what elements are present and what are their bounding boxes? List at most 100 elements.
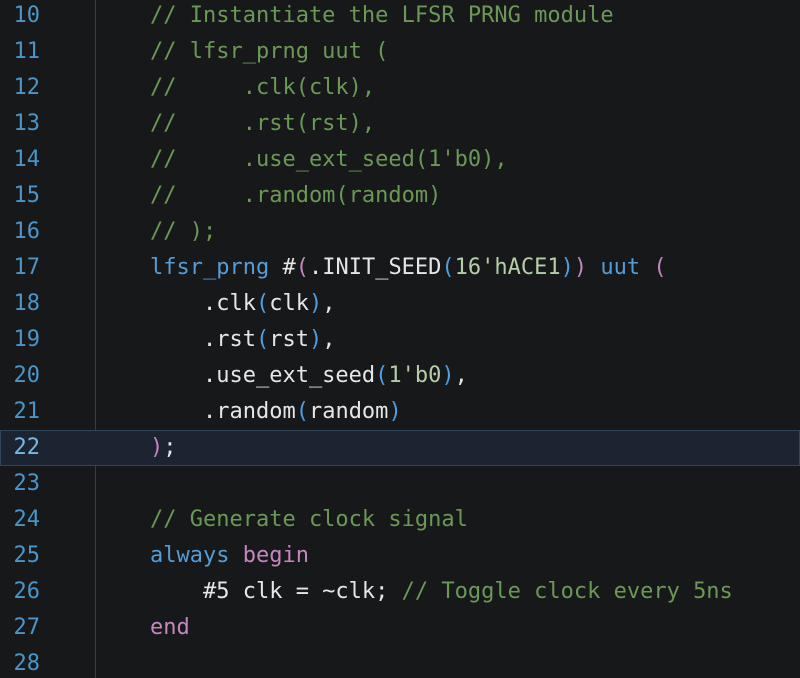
line-number: 18 (13, 291, 41, 316)
line-number: 15 (13, 183, 41, 208)
code-text[interactable]: always begin (150, 538, 309, 574)
code-token-ident: .use_ext_seed (150, 363, 376, 388)
code-token-keyword: always (150, 543, 230, 568)
code-token-control: end (150, 615, 190, 640)
code-line[interactable]: 12 // .clk(clk), (0, 70, 800, 106)
code-line[interactable]: 21 .random(random) (0, 394, 800, 430)
line-number: 10 (13, 3, 41, 28)
code-text[interactable]: // .clk(clk), (150, 70, 375, 106)
code-token-comment: // .use_ext_seed(1'b0), (150, 147, 508, 172)
code-text[interactable]: // Instantiate the LFSR PRNG module (150, 0, 614, 34)
line-number: 23 (13, 471, 41, 496)
code-line[interactable]: 26 #5 clk = ~clk; // Toggle clock every … (0, 574, 800, 610)
code-line[interactable]: 22); (0, 430, 800, 466)
code-line[interactable]: 11 // lfsr_prng uut ( (0, 34, 800, 70)
code-token-ident: .INIT_SEED (308, 255, 442, 280)
code-token-ident (587, 255, 600, 280)
code-token-number: 16'hACE1 (454, 255, 561, 280)
code-text[interactable]: // Generate clock signal (150, 502, 468, 538)
code-token-paren1: ) (150, 435, 164, 460)
code-line[interactable]: 14 // .use_ext_seed(1'b0), (0, 142, 800, 178)
code-token-ident: .clk (150, 291, 256, 316)
code-token-paren2: ( (375, 363, 389, 388)
code-token-ident: ; (163, 435, 177, 460)
code-token-number: 1'b0 (388, 363, 442, 388)
code-line[interactable]: 16 // ); (0, 214, 800, 250)
code-text[interactable]: .clk(clk), (150, 286, 336, 322)
code-line[interactable]: 23 (0, 466, 800, 502)
code-token-paren1: ( (295, 255, 309, 280)
code-token-comment: // .clk(clk), (150, 75, 376, 100)
code-line[interactable]: 25 always begin (0, 538, 800, 574)
code-text[interactable]: // ); (150, 214, 216, 250)
line-number: 21 (13, 399, 41, 424)
code-token-ident: .random (150, 399, 296, 424)
line-number: 28 (13, 651, 41, 676)
line-number: 19 (13, 327, 41, 352)
code-text[interactable]: .rst(rst), (150, 322, 336, 358)
code-token-comment: // Generate clock signal (150, 507, 468, 532)
line-number: 27 (13, 615, 41, 640)
code-token-keyword: lfsr_prng (150, 255, 270, 280)
code-text[interactable]: lfsr_prng #(.INIT_SEED(16'hACE1)) uut ( (150, 250, 667, 286)
code-token-ident: .rst (150, 327, 256, 352)
code-line[interactable]: 18 .clk(clk), (0, 286, 800, 322)
line-number: 26 (13, 579, 41, 604)
code-token-paren2: ) (308, 291, 323, 316)
code-token-ident: rst (269, 327, 309, 352)
code-token-paren1: ( (653, 255, 667, 280)
line-number: 25 (13, 543, 41, 568)
code-token-comment: // .random(random) (150, 183, 442, 208)
code-text[interactable]: // .random(random) (150, 178, 441, 214)
line-number: 13 (13, 111, 41, 136)
code-text[interactable]: .random(random) (150, 394, 402, 430)
line-number: 12 (13, 75, 41, 100)
code-line[interactable]: 28 (0, 646, 800, 678)
code-token-paren2: ( (255, 327, 270, 352)
code-token-paren2: ( (441, 255, 455, 280)
code-token-paren2: ) (388, 399, 402, 424)
code-token-paren2: ( (255, 291, 270, 316)
code-line[interactable]: 13 // .rst(rst), (0, 106, 800, 142)
code-token-comment: // ); (150, 219, 217, 244)
code-token-ident: clk (269, 291, 309, 316)
code-token-ident: random (308, 399, 389, 424)
code-token-ident: #5 clk = ~clk; (150, 579, 402, 604)
code-token-ident (229, 543, 242, 568)
line-number: 14 (13, 147, 41, 172)
code-text[interactable]: end (150, 610, 190, 646)
code-token-paren2: ) (560, 255, 574, 280)
code-token-ident: # (269, 255, 296, 280)
code-line[interactable]: 20 .use_ext_seed(1'b0), (0, 358, 800, 394)
code-token-paren1: ) (573, 255, 588, 280)
code-text[interactable]: // lfsr_prng uut ( (150, 34, 388, 70)
code-line[interactable]: 19 .rst(rst), (0, 322, 800, 358)
code-line[interactable]: 15 // .random(random) (0, 178, 800, 214)
line-number: 17 (13, 255, 41, 280)
code-token-paren2: ) (308, 327, 323, 352)
line-number: 20 (13, 363, 41, 388)
code-editor[interactable]: 10 // Instantiate the LFSR PRNG module 11 /… (0, 0, 800, 678)
code-token-control: begin (242, 543, 309, 568)
code-token-comment: // lfsr_prng uut ( (150, 39, 389, 64)
code-line[interactable]: 17 lfsr_prng #(.INIT_SEED(16'hACE1)) uut … (0, 250, 800, 286)
code-token-ident (640, 255, 653, 280)
line-number: 11 (13, 39, 41, 64)
code-line[interactable]: 24 // Generate clock signal (0, 502, 800, 538)
code-line[interactable]: 27 end (0, 610, 800, 646)
code-line[interactable]: 10 // Instantiate the LFSR PRNG module (0, 0, 800, 34)
code-token-ident: , (454, 363, 468, 388)
code-text[interactable]: #5 clk = ~clk; // Toggle clock every 5ns (150, 574, 733, 610)
code-token-paren2: ) (441, 363, 455, 388)
code-text[interactable]: // .use_ext_seed(1'b0), (150, 142, 508, 178)
code-text[interactable]: // .rst(rst), (150, 106, 375, 142)
code-text[interactable]: .use_ext_seed(1'b0), (150, 358, 468, 394)
code-text[interactable]: ); (150, 430, 177, 466)
code-token-paren2: ( (295, 399, 309, 424)
line-number: 24 (13, 507, 41, 532)
code-token-comment: // Instantiate the LFSR PRNG module (150, 3, 614, 28)
code-token-ident: , (322, 291, 336, 316)
line-number: 16 (13, 219, 41, 244)
code-token-comment: // .rst(rst), (150, 111, 376, 136)
line-number: 22 (13, 435, 41, 460)
